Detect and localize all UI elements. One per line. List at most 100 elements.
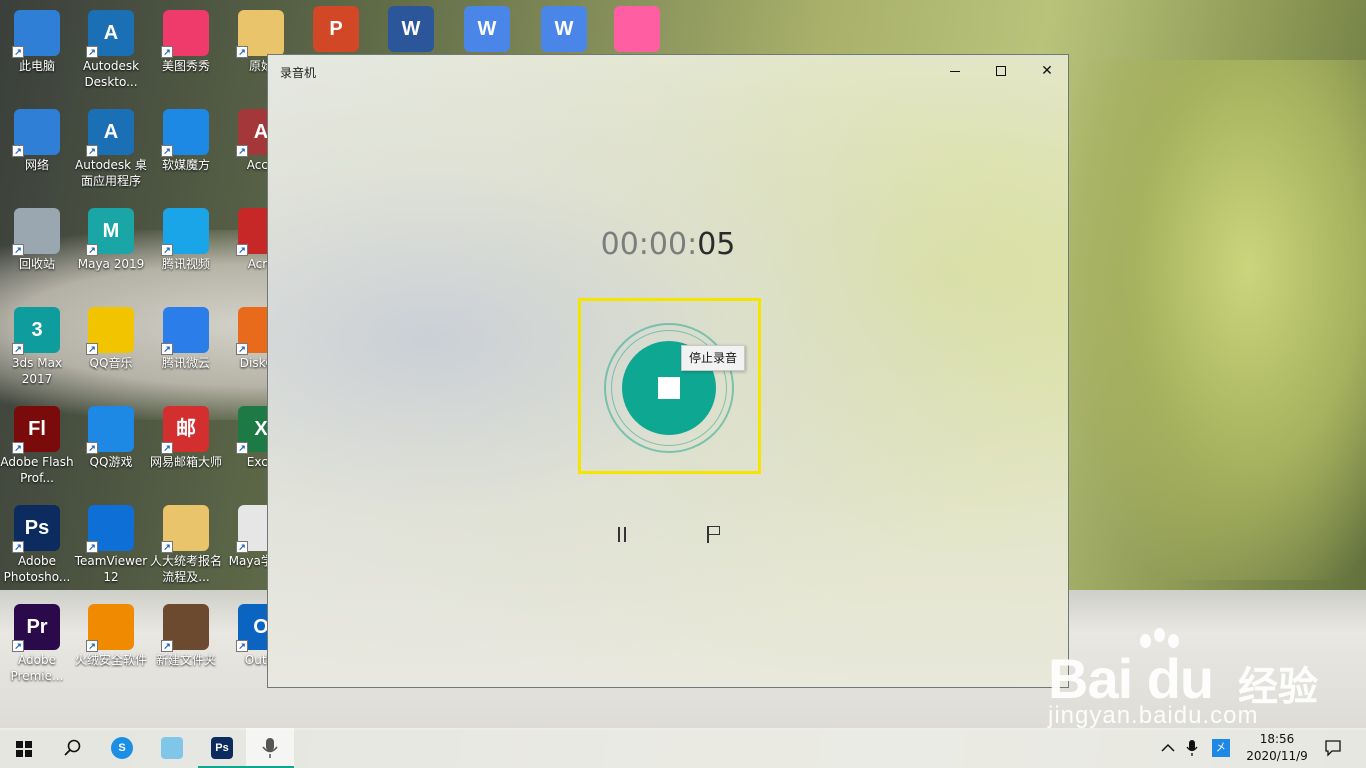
shortcut-arrow-icon: ↗ — [86, 244, 98, 256]
app-icon: W — [541, 6, 587, 52]
desktop-icon-label: 新建文件夹 — [155, 653, 216, 667]
desktop-icon[interactable]: W — [450, 0, 524, 54]
desktop-icon[interactable]: M ↗ Maya 2019 — [74, 202, 148, 272]
app-icon: ↗ — [86, 604, 134, 652]
desktop-icon[interactable]: W — [527, 0, 601, 54]
shortcut-arrow-icon: ↗ — [86, 46, 98, 58]
recording-timer: 00:00:05 — [268, 227, 1068, 262]
desktop-icon[interactable]: 3 ↗ 3ds Max 2017 — [0, 301, 74, 387]
shortcut-arrow-icon: ↗ — [161, 541, 173, 553]
app-icon: ↗ — [161, 109, 209, 157]
shortcut-arrow-icon: ↗ — [236, 46, 248, 58]
minimize-icon — [950, 70, 960, 72]
desktop-icon-label: 网络 — [24, 158, 49, 172]
desktop-icon[interactable]: ↗ 网络 — [0, 103, 74, 173]
desktop-icon-label: 软媒魔方 — [161, 158, 210, 172]
desktop-icon[interactable]: ↗ 人大统考报名流程及... — [149, 499, 223, 585]
input-method-button[interactable]: 㐅 — [1212, 728, 1232, 768]
watermark-url: jingyan.baidu.com — [1048, 702, 1259, 729]
desktop-icon-label: 美图秀秀 — [161, 59, 210, 73]
desktop-icon[interactable]: ↗ 火绒安全软件 — [74, 598, 148, 668]
taskbar-voice-recorder[interactable] — [246, 728, 294, 768]
desktop-icon[interactable]: ↗ 此电脑 — [0, 4, 74, 74]
desktop-icon-label: TeamViewer 12 — [74, 554, 148, 584]
maximize-button[interactable] — [978, 55, 1024, 87]
taskbar-notepad[interactable] — [148, 728, 196, 768]
minimize-button[interactable] — [932, 55, 978, 87]
shortcut-arrow-icon: ↗ — [236, 541, 248, 553]
add-marker-button[interactable] — [702, 521, 726, 547]
microphone-tray-button[interactable] — [1182, 728, 1202, 768]
app-icon: W — [388, 6, 434, 52]
wallpaper-foliage — [1070, 60, 1366, 580]
window-titlebar[interactable]: 录音机 ✕ — [268, 55, 1068, 87]
sogou-icon: S — [111, 737, 133, 759]
app-icon — [614, 6, 660, 52]
action-center-button[interactable] — [1318, 728, 1348, 768]
app-icon: 3 ↗ — [12, 307, 60, 355]
app-icon: ↗ — [12, 10, 60, 58]
desktop-icon[interactable]: A ↗ Autodesk Deskto... — [74, 4, 148, 90]
maximize-icon — [996, 66, 1006, 76]
app-icon: ↗ — [161, 10, 209, 58]
shortcut-arrow-icon: ↗ — [161, 640, 173, 652]
notification-icon — [1325, 740, 1341, 757]
shortcut-arrow-icon: ↗ — [161, 442, 173, 454]
desktop-icon[interactable]: ↗ QQ游戏 — [74, 400, 148, 470]
shortcut-arrow-icon: ↗ — [236, 640, 248, 652]
desktop-icon[interactable]: ↗ 回收站 — [0, 202, 74, 272]
stop-recording-tooltip: 停止录音 — [681, 345, 746, 371]
desktop-icon[interactable]: Ps ↗ Adobe Photosho... — [0, 499, 74, 585]
desktop-icon[interactable]: ↗ TeamViewer 12 — [74, 499, 148, 585]
voice-recorder-window: 录音机 ✕ 00:00:05 停止录音 — [267, 54, 1069, 688]
desktop-icon-label: 火绒安全软件 — [74, 653, 147, 667]
shortcut-arrow-icon: ↗ — [86, 343, 98, 355]
microphone-icon — [262, 738, 278, 758]
desktop-icon[interactable] — [600, 0, 674, 54]
start-button[interactable] — [0, 728, 48, 768]
desktop-icon[interactable]: A ↗ Autodesk 桌面应用程序 — [74, 103, 148, 189]
app-icon: ↗ — [12, 109, 60, 157]
desktop-icon[interactable]: Pr ↗ Adobe Premie... — [0, 598, 74, 684]
ime-icon: 㐅 — [1212, 739, 1230, 757]
desktop-icon-label: 人大统考报名流程及... — [149, 554, 222, 584]
taskbar-sogou-browser[interactable]: S — [98, 728, 146, 768]
app-icon: Fl ↗ — [12, 406, 60, 454]
shortcut-arrow-icon: ↗ — [161, 145, 173, 157]
desktop-icon[interactable]: P — [299, 0, 373, 54]
app-icon: ↗ — [86, 406, 134, 454]
app-icon: ↗ — [161, 505, 209, 553]
app-icon: A ↗ — [86, 109, 134, 157]
shortcut-arrow-icon: ↗ — [86, 640, 98, 652]
pause-button[interactable] — [610, 521, 634, 547]
shortcut-arrow-icon: ↗ — [12, 244, 24, 256]
app-icon: A ↗ — [86, 10, 134, 58]
taskbar: S Ps 㐅 18:56 2020/11/9 — [0, 728, 1366, 768]
clock[interactable]: 18:56 2020/11/9 — [1244, 728, 1310, 768]
desktop-icon[interactable]: ↗ QQ音乐 — [74, 301, 148, 371]
desktop-icon[interactable]: Fl ↗ Adobe Flash Prof... — [0, 400, 74, 486]
desktop-icon[interactable]: ↗ 腾讯微云 — [149, 301, 223, 371]
desktop-icon[interactable]: ↗ 软媒魔方 — [149, 103, 223, 173]
app-icon: Ps ↗ — [12, 505, 60, 553]
show-hidden-icons-button[interactable] — [1158, 728, 1178, 768]
taskbar-photoshop[interactable]: Ps — [198, 728, 246, 768]
shortcut-arrow-icon: ↗ — [236, 343, 248, 355]
shortcut-arrow-icon: ↗ — [86, 541, 98, 553]
desktop-icon[interactable]: 邮 ↗ 网易邮箱大师 — [149, 400, 223, 470]
search-button[interactable] — [48, 728, 96, 768]
desktop-icon[interactable]: W — [374, 0, 448, 54]
notepad-icon — [161, 737, 183, 759]
app-icon: ↗ — [161, 604, 209, 652]
desktop-icon[interactable]: ↗ 美图秀秀 — [149, 4, 223, 74]
app-icon: ↗ — [161, 208, 209, 256]
desktop-icon-label: 网易邮箱大师 — [149, 455, 222, 469]
desktop-icon-label: 此电脑 — [18, 59, 55, 73]
search-icon — [64, 739, 81, 756]
desktop-icon-label: QQ游戏 — [89, 455, 133, 469]
shortcut-arrow-icon: ↗ — [12, 640, 24, 652]
desktop-icon-label: Autodesk Deskto... — [82, 59, 140, 89]
desktop-icon[interactable]: ↗ 新建文件夹 — [149, 598, 223, 668]
desktop-icon[interactable]: ↗ 腾讯视频 — [149, 202, 223, 272]
close-button[interactable]: ✕ — [1024, 55, 1068, 87]
